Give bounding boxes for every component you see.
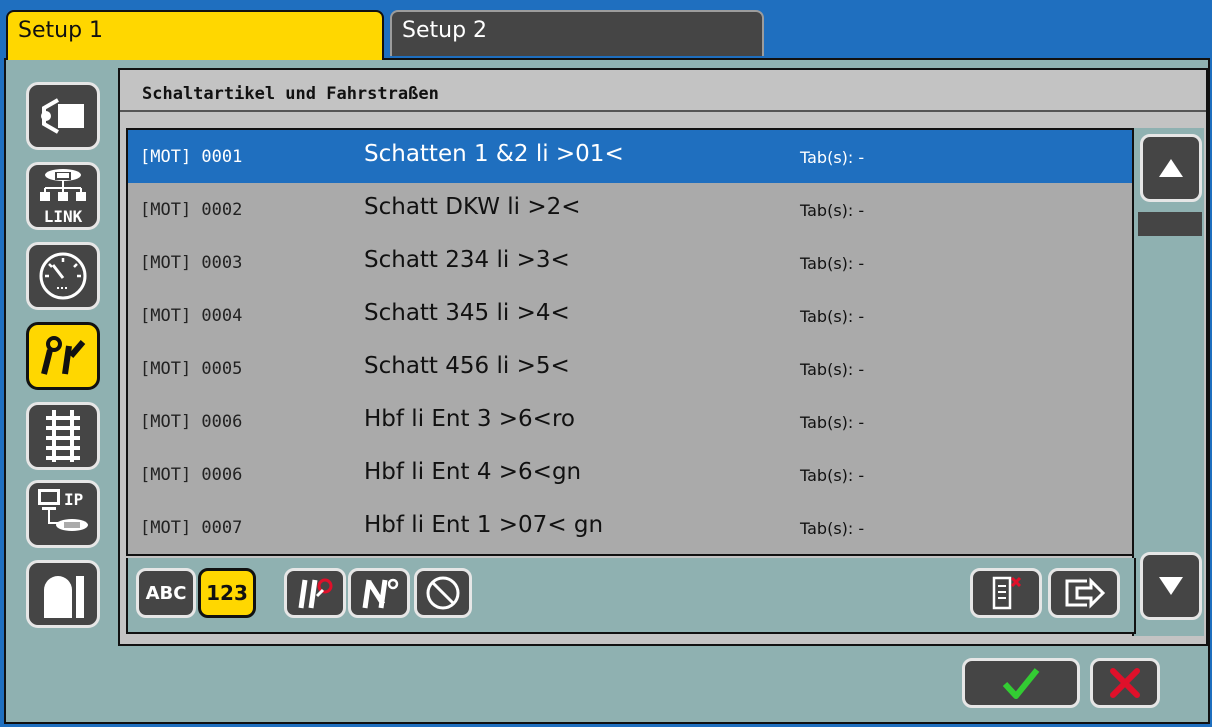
item-code: [MOT] 0002 [140, 200, 243, 220]
sidebar-item-accessories[interactable] [26, 322, 100, 390]
list-toolbar: ABC 123 [126, 558, 1136, 634]
gauge-icon [39, 252, 87, 300]
list-item[interactable]: [MOT] 0002 Schatt DKW li >2< Tab(s): - [128, 183, 1134, 236]
sidebar-item-tunnel[interactable] [26, 560, 100, 628]
sort-abc-button[interactable]: ABC [136, 568, 196, 618]
scroll-down-button[interactable] [1140, 552, 1202, 620]
list-item[interactable]: [MOT] 0006 Hbf li Ent 4 >6<gn Tab(s): - [128, 448, 1134, 501]
item-name: Schatt 234 li >3< [364, 247, 570, 273]
item-name: Schatt 345 li >4< [364, 300, 570, 326]
item-tabs: Tab(s): - [800, 519, 865, 538]
list-item[interactable]: [MOT] 0004 Schatt 345 li >4< Tab(s): - [128, 289, 1134, 342]
item-code: [MOT] 0003 [140, 253, 243, 273]
arrow-up-icon [1159, 159, 1183, 177]
panel-title: Schaltartikel und Fahrstraßen [142, 84, 439, 104]
sort-123-label: 123 [206, 581, 248, 605]
sidebar-item-link[interactable]: LINK [26, 162, 100, 230]
accessory-list[interactable]: [MOT] 0001 Schatten 1 &2 li >01< Tab(s):… [126, 128, 1136, 556]
scrollbar-thumb[interactable] [1138, 212, 1202, 236]
item-code: [MOT] 0006 [140, 412, 243, 432]
switch-filter-button[interactable] [284, 568, 346, 618]
tab-label: Setup 1 [18, 18, 104, 43]
item-tabs: Tab(s): - [800, 201, 865, 220]
item-tabs: Tab(s): - [800, 254, 865, 273]
item-code: [MOT] 0007 [140, 518, 243, 538]
sort-abc-label: ABC [145, 582, 187, 604]
tab-setup-2[interactable]: Setup 2 [390, 10, 764, 56]
item-code: [MOT] 0006 [140, 465, 243, 485]
list-item[interactable]: [MOT] 0006 Hbf li Ent 3 >6<ro Tab(s): - [128, 395, 1134, 448]
ip-network-icon: IP [38, 489, 88, 531]
sidebar-item-track[interactable] [26, 402, 100, 470]
item-code: [MOT] 0004 [140, 306, 243, 326]
item-tabs: Tab(s): - [800, 466, 865, 485]
network-link-icon: LINK [40, 169, 86, 226]
accessory-panel: Schaltartikel und Fahrstraßen [MOT] 0001… [118, 68, 1208, 646]
export-icon [1065, 577, 1106, 609]
signal-filter-button[interactable] [348, 568, 410, 618]
tunnel-icon [44, 576, 84, 618]
plug-icon [41, 98, 84, 134]
item-name: Hbf li Ent 4 >6<gn [364, 459, 582, 485]
item-tabs: Tab(s): - [800, 413, 865, 432]
cancel-button[interactable] [1090, 658, 1160, 708]
item-name: Schatt 456 li >5< [364, 353, 570, 379]
scroll-column [1132, 128, 1204, 636]
list-item[interactable]: [MOT] 0005 Schatt 456 li >5< Tab(s): - [128, 342, 1134, 395]
item-name: Hbf li Ent 3 >6<ro [364, 406, 575, 432]
tab-setup-1[interactable]: Setup 1 [6, 10, 384, 60]
sidebar-item-connection[interactable] [26, 82, 100, 150]
cross-icon [1110, 668, 1140, 698]
export-button[interactable] [1048, 568, 1120, 618]
item-tabs: Tab(s): - [800, 148, 865, 167]
check-icon [1002, 668, 1040, 699]
sidebar-item-ip[interactable]: IP [26, 480, 100, 548]
arrow-down-icon [1159, 577, 1183, 595]
switch-filter-icon [298, 578, 333, 609]
item-tabs: Tab(s): - [800, 307, 865, 326]
list-item[interactable]: [MOT] 0007 Hbf li Ent 1 >07< gn Tab(s): … [128, 501, 1134, 554]
item-name: Hbf li Ent 1 >07< gn [364, 512, 604, 538]
item-name: Schatten 1 &2 li >01< [364, 141, 624, 167]
list-item[interactable]: [MOT] 0001 Schatten 1 &2 li >01< Tab(s):… [128, 130, 1134, 183]
tab-label: Setup 2 [402, 18, 488, 43]
delete-edit-icon [992, 576, 1022, 610]
item-name: Schatt DKW li >2< [364, 194, 581, 220]
switch-signal-icon [41, 336, 86, 375]
divider [120, 110, 1206, 112]
item-code: [MOT] 0001 [140, 147, 243, 167]
sort-123-button[interactable]: 123 [198, 568, 256, 618]
delete-edit-button[interactable] [970, 568, 1042, 618]
signal-filter-icon [362, 578, 399, 609]
scroll-up-button[interactable] [1140, 134, 1202, 202]
track-icon [46, 410, 80, 462]
link-label: LINK [44, 207, 83, 226]
sidebar-item-gauge[interactable] [26, 242, 100, 310]
no-filter-button[interactable] [414, 568, 472, 618]
ip-label: IP [64, 490, 83, 509]
list-item[interactable]: [MOT] 0003 Schatt 234 li >3< Tab(s): - [128, 236, 1134, 289]
item-code: [MOT] 0005 [140, 359, 243, 379]
confirm-button[interactable] [962, 658, 1080, 708]
item-tabs: Tab(s): - [800, 360, 865, 379]
no-filter-icon [426, 576, 460, 610]
